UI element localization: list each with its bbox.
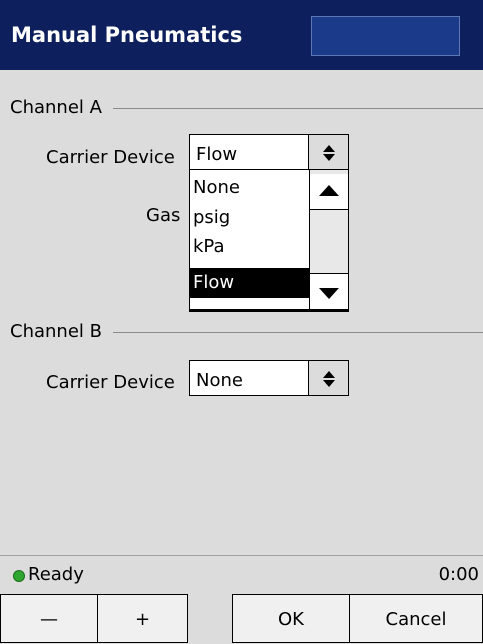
channel-b-spinner-button[interactable]	[308, 361, 348, 395]
channel-a-carrier-device-select[interactable]: Flow	[189, 134, 349, 170]
carrier-device-dropdown-list[interactable]: None psig kPa Flow	[189, 169, 349, 312]
plus-button[interactable]: +	[97, 594, 188, 643]
channel-b-carrier-device-select[interactable]: None	[189, 360, 349, 396]
title-bar-panel	[311, 16, 460, 56]
dropdown-option-flow[interactable]: Flow	[190, 268, 309, 298]
channel-a-carrier-device-value: Flow	[196, 144, 238, 165]
status-bar: Ready 0:00	[0, 555, 483, 593]
window-title: Manual Pneumatics	[11, 23, 243, 47]
channel-b-label: Channel B	[10, 321, 102, 342]
channel-a-label: Channel A	[10, 97, 102, 118]
channel-a-divider	[113, 108, 483, 109]
scroll-down-button[interactable]	[310, 273, 348, 309]
scroll-up-button[interactable]	[310, 174, 348, 210]
dropdown-option-kpa[interactable]: kPa	[190, 232, 309, 262]
channel-b-carrier-device-label: Carrier Device	[46, 372, 175, 393]
triangle-down-icon	[319, 288, 339, 299]
status-indicator-icon	[13, 570, 25, 582]
dropdown-option-none[interactable]: None	[190, 173, 309, 203]
status-text: Ready	[28, 564, 84, 585]
channel-a-spinner-button[interactable]	[308, 135, 348, 169]
ok-button[interactable]: OK	[232, 594, 350, 643]
channel-b-carrier-device-value: None	[196, 370, 243, 391]
channel-a-gas-label: Gas	[146, 205, 181, 226]
channel-a-carrier-device-label: Carrier Device	[46, 147, 175, 168]
channel-b-divider	[113, 332, 483, 333]
triangle-up-icon	[319, 185, 339, 196]
status-time: 0:00	[438, 564, 479, 585]
updown-arrows-icon	[323, 145, 335, 161]
title-bar: Manual Pneumatics	[0, 0, 483, 70]
dropdown-option-psig[interactable]: psig	[190, 203, 309, 233]
updown-arrows-icon	[323, 371, 335, 387]
button-bar: — + OK Cancel	[0, 594, 483, 643]
minus-button[interactable]: —	[0, 594, 98, 643]
dropdown-scrollbar[interactable]	[309, 170, 348, 309]
cancel-button[interactable]: Cancel	[349, 594, 483, 643]
